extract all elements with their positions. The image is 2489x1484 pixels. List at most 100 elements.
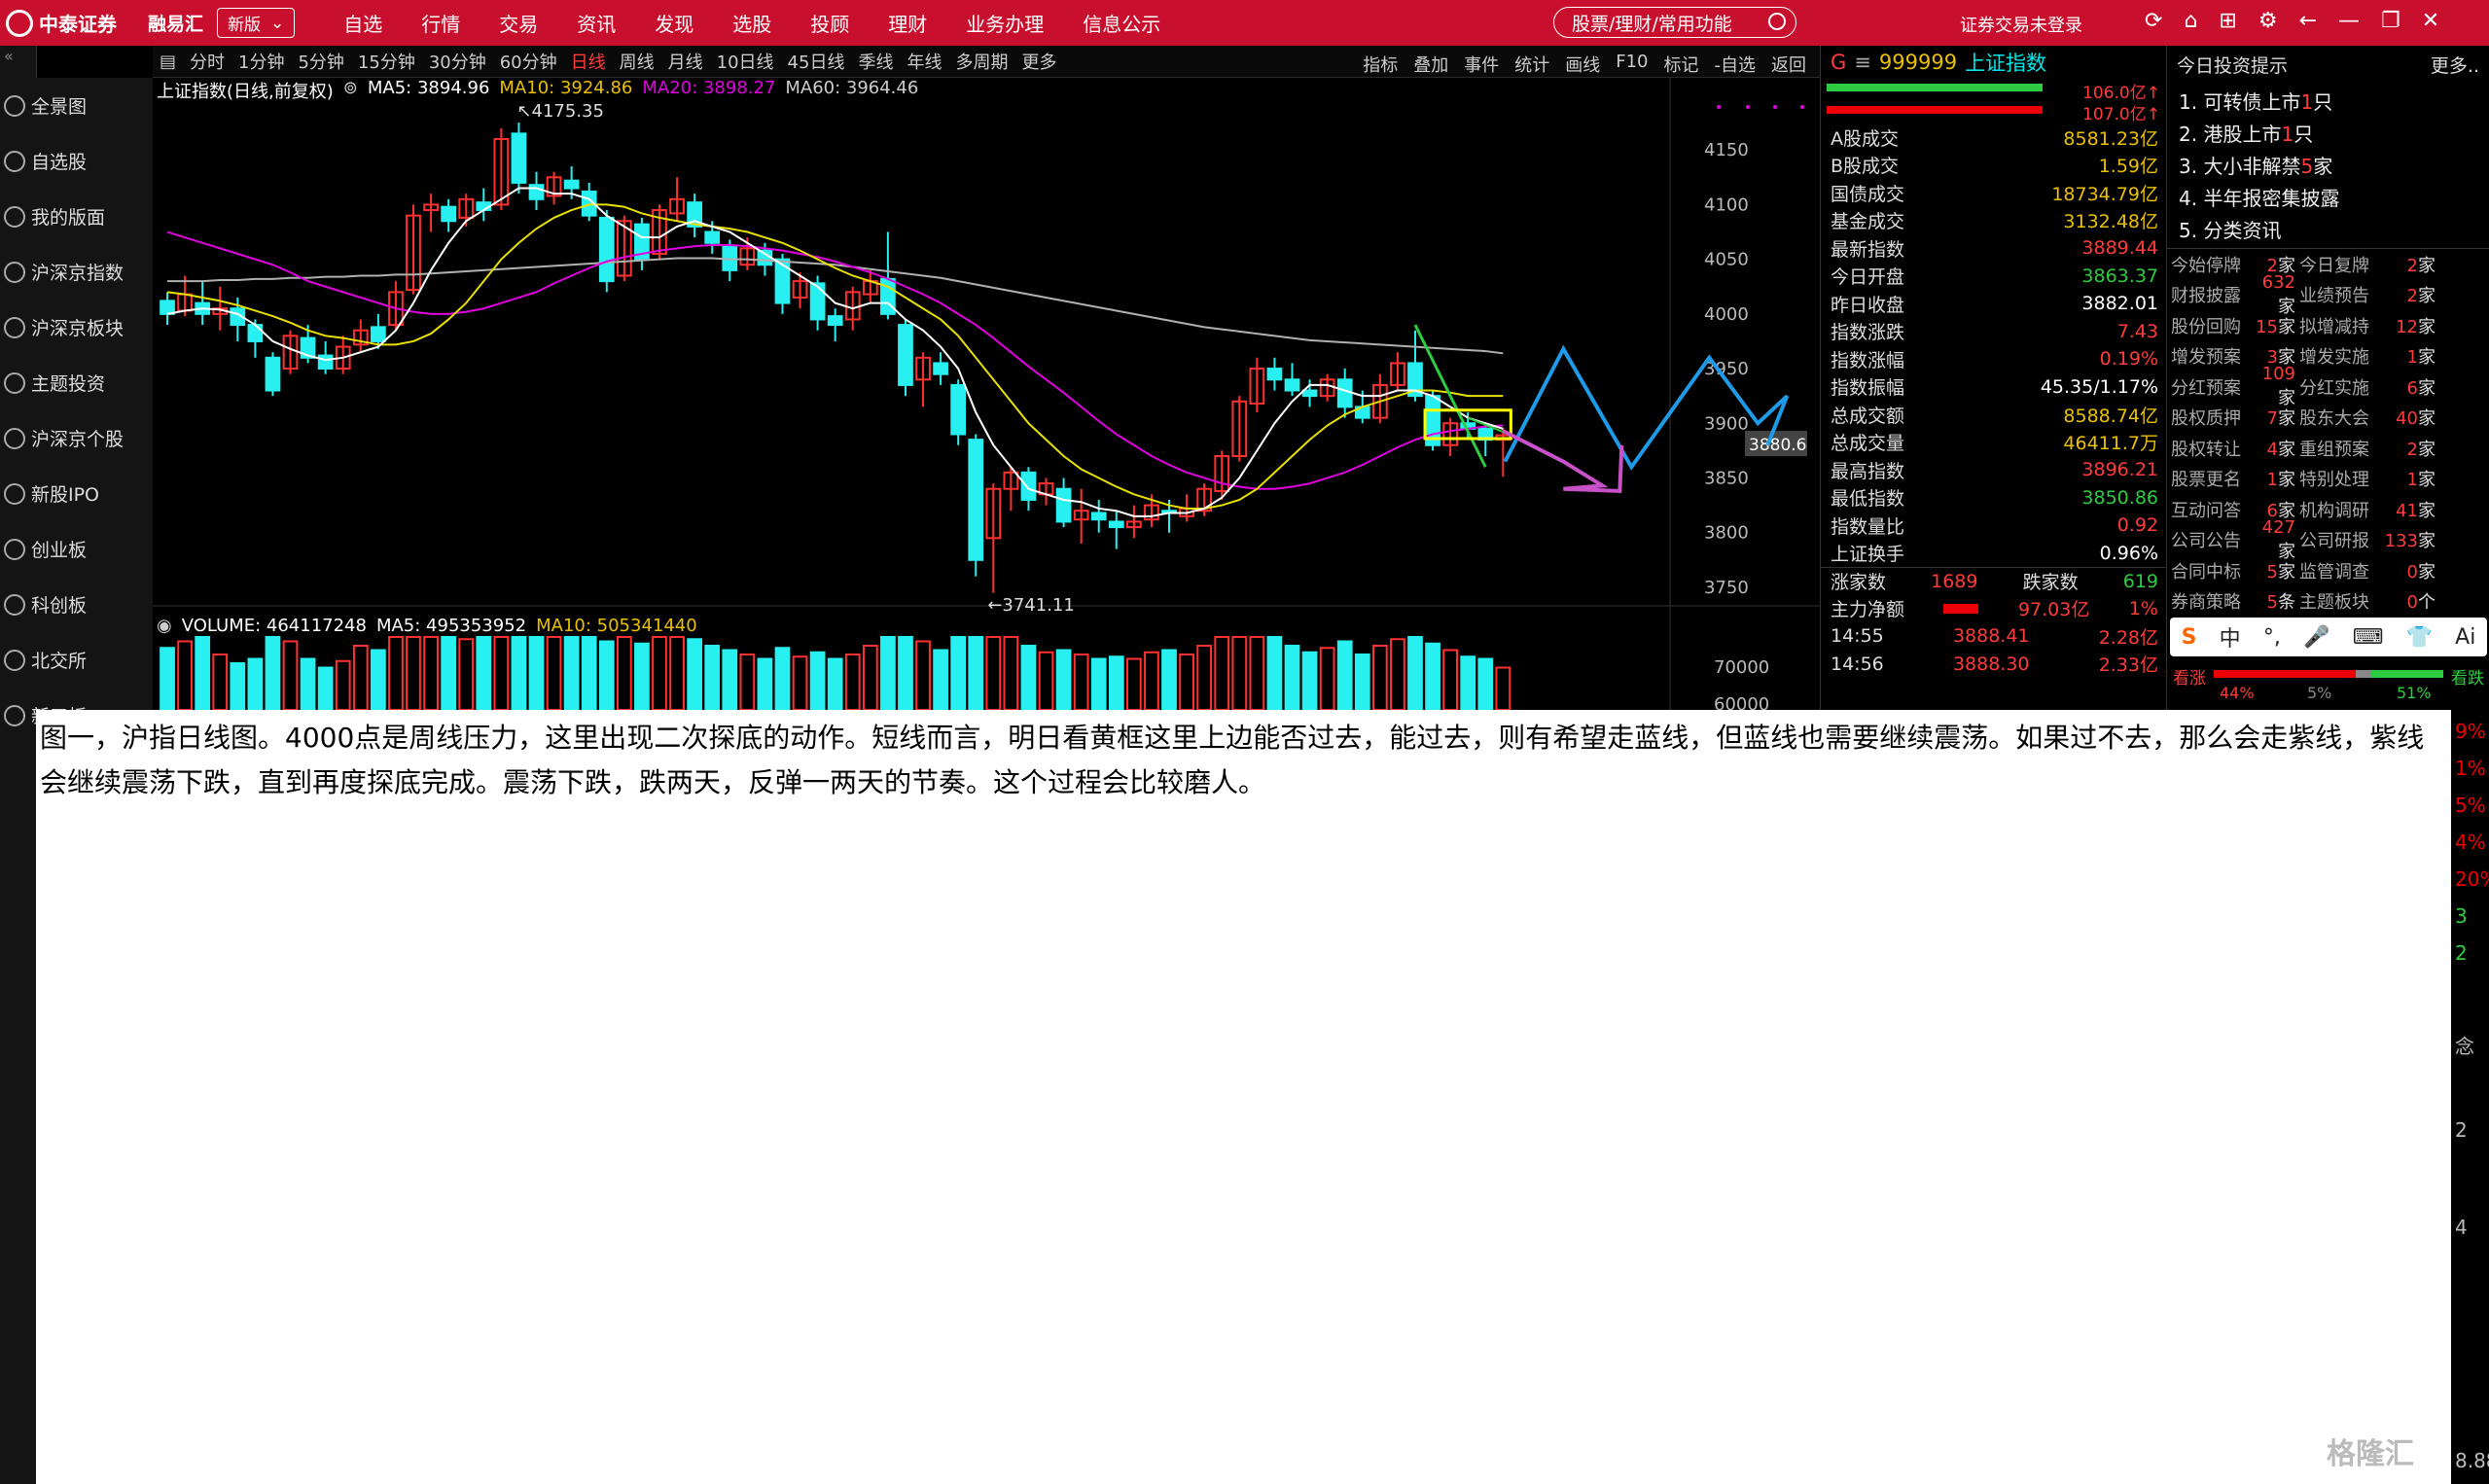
restore-icon[interactable]: ❐ xyxy=(2381,9,2400,33)
candle-body xyxy=(528,184,545,200)
period-tab-4[interactable]: 30分钟 xyxy=(422,49,493,74)
back-icon[interactable]: ← xyxy=(2299,9,2317,33)
volume-bar xyxy=(458,638,475,710)
volume-settings-icon[interactable]: ◉ xyxy=(157,616,172,636)
event-count: 40家 xyxy=(2383,405,2437,430)
event-row-8[interactable]: 互动问答 6家 机构调研 41家 xyxy=(2167,494,2489,525)
menu-item-9[interactable]: 信息公示 xyxy=(1063,9,1180,37)
chart-tool-4[interactable]: 画线 xyxy=(1557,52,1608,77)
search-icon[interactable] xyxy=(1768,13,1786,30)
event-row-9[interactable]: 公司公告 427家 公司研报 133家 xyxy=(2167,517,2489,562)
tip-item-3[interactable]: 4. 半年报密集披露 xyxy=(2167,180,2489,212)
chart-tool-7[interactable]: -自选 xyxy=(1707,52,1764,77)
sidebar-icon xyxy=(4,649,25,671)
event-row-11[interactable]: 券商策略 5条 主题板块 0个 xyxy=(2167,586,2489,618)
period-tab-8[interactable]: 月线 xyxy=(661,49,710,74)
stat-value: 0.92 xyxy=(2116,514,2158,537)
skin-icon[interactable]: 👕 xyxy=(2406,625,2433,650)
event-row-5[interactable]: 股权质押 7家 股东大会 40家 xyxy=(2167,403,2489,434)
menu-item-5[interactable]: 选股 xyxy=(713,9,791,37)
event-row-7[interactable]: 股票更名 1家 特别处理 1家 xyxy=(2167,464,2489,495)
watermark: 格隆汇 xyxy=(2327,1437,2414,1471)
sidebar-item-4[interactable]: 沪深京板块 xyxy=(0,300,153,355)
shirt-icon[interactable]: ⌂ xyxy=(2184,9,2197,33)
chart-tool-2[interactable]: 事件 xyxy=(1456,52,1507,77)
chinese-mode-icon[interactable]: 中 xyxy=(2220,621,2241,653)
tip-item-4[interactable]: 5. 分类资讯 xyxy=(2167,212,2489,244)
grid-icon[interactable]: ⊞ xyxy=(2219,9,2236,33)
layout-icon[interactable]: ▤ xyxy=(153,52,183,72)
tip-item-0[interactable]: 1. 可转债上市1只 xyxy=(2167,84,2489,116)
stat-row-1: B股成交 1.59亿 xyxy=(1821,152,2166,180)
menu-icon[interactable]: ≡ xyxy=(1854,51,1871,74)
period-tab-1[interactable]: 1分钟 xyxy=(231,49,291,74)
period-tab-10[interactable]: 45日线 xyxy=(781,49,852,74)
menu-item-1[interactable]: 行情 xyxy=(402,9,480,37)
close-icon[interactable]: ✕ xyxy=(2422,9,2439,33)
sidebar-item-1[interactable]: 自选股 xyxy=(0,133,153,189)
menu-item-4[interactable]: 发现 xyxy=(635,9,713,37)
settings-icon[interactable]: ⚙ xyxy=(2258,9,2278,33)
refresh-icon[interactable]: ⟳ xyxy=(2145,9,2162,33)
period-tab-7[interactable]: 周线 xyxy=(613,49,661,74)
tip-item-1[interactable]: 2. 港股上市1只 xyxy=(2167,116,2489,148)
sidebar-item-3[interactable]: 沪深京指数 xyxy=(0,244,153,300)
microphone-icon[interactable]: 🎤 xyxy=(2303,625,2329,650)
menu-item-6[interactable]: 投顾 xyxy=(791,9,869,37)
menu-item-3[interactable]: 资讯 xyxy=(557,9,635,37)
period-tab-9[interactable]: 10日线 xyxy=(710,49,781,74)
keyboard-icon[interactable]: ⌨ xyxy=(2353,625,2384,650)
event-row-2[interactable]: 股份回购 15家 拟增减持 12家 xyxy=(2167,310,2489,341)
search-input[interactable]: 股票/理财/常用功能 xyxy=(1553,7,1796,38)
event-row-4[interactable]: 分红预案 109家 分红实施 6家 xyxy=(2167,364,2489,408)
event-row-0[interactable]: 今始停牌 2家 今日复牌 2家 xyxy=(2167,249,2489,280)
sidebar-item-5[interactable]: 主题投资 xyxy=(0,355,153,410)
sogou-icon[interactable]: S xyxy=(2182,625,2197,650)
candle-body xyxy=(827,315,843,327)
period-tab-14[interactable]: 更多 xyxy=(1014,49,1063,74)
sidebar-item-2[interactable]: 我的版面 xyxy=(0,189,153,244)
period-tab-0[interactable]: 分时 xyxy=(183,49,231,74)
event-row-6[interactable]: 股权转让 4家 重组预案 2家 xyxy=(2167,433,2489,464)
period-tab-5[interactable]: 60分钟 xyxy=(493,49,564,74)
ma-settings-icon[interactable]: ⊚ xyxy=(343,78,358,103)
sidebar-item-7[interactable]: 新股IPO xyxy=(0,466,153,521)
version-select[interactable]: 新版 ⌄ xyxy=(217,8,296,38)
event-unit: 家 xyxy=(2278,316,2295,337)
event-count: 4家 xyxy=(2251,436,2299,461)
menu-item-8[interactable]: 业务办理 xyxy=(946,9,1063,37)
menu-item-2[interactable]: 交易 xyxy=(480,9,557,37)
chart-tool-3[interactable]: 统计 xyxy=(1507,52,1557,77)
menu-item-0[interactable]: 自选 xyxy=(324,9,402,37)
sidebar-item-0[interactable]: 全景图 xyxy=(0,78,153,133)
sidebar-item-9[interactable]: 科创板 xyxy=(0,577,153,632)
period-tab-2[interactable]: 5分钟 xyxy=(291,49,350,74)
event-row-3[interactable]: 增发预案 3家 增发实施 1家 xyxy=(2167,341,2489,372)
period-tab-12[interactable]: 年线 xyxy=(900,49,948,74)
tip-item-2[interactable]: 3. 大小非解禁5家 xyxy=(2167,148,2489,180)
ai-icon[interactable]: Ai xyxy=(2455,625,2475,650)
period-tab-3[interactable]: 15分钟 xyxy=(351,49,422,74)
tips-more-link[interactable]: 更多.. xyxy=(2431,52,2479,78)
sidebar-item-6[interactable]: 沪深京个股 xyxy=(0,410,153,466)
chart-tool-8[interactable]: 返回 xyxy=(1763,52,1814,77)
chart-tool-5[interactable]: F10 xyxy=(1608,52,1655,77)
bear-fill xyxy=(2371,670,2443,678)
sidebar-item-8[interactable]: 创业板 xyxy=(0,521,153,577)
event-row-1[interactable]: 财报披露 632家 业绩预告 2家 xyxy=(2167,272,2489,317)
minimize-icon[interactable]: — xyxy=(2338,9,2360,33)
sidebar-item-10[interactable]: 北交所 xyxy=(0,632,153,688)
ime-toolbar[interactable]: S 中 °, 🎤 ⌨ 👕 Ai xyxy=(2170,618,2487,656)
period-tab-6[interactable]: 日线 xyxy=(564,49,613,74)
candle-body xyxy=(1020,471,1037,501)
chart-tool-0[interactable]: 指标 xyxy=(1355,52,1405,77)
menu-item-7[interactable]: 理财 xyxy=(869,9,946,37)
period-tab-13[interactable]: 多周期 xyxy=(948,49,1014,74)
chart-tool-1[interactable]: 叠加 xyxy=(1405,52,1456,77)
login-status[interactable]: 证券交易未登录 xyxy=(1960,12,2082,37)
period-tab-11[interactable]: 季线 xyxy=(851,49,900,74)
punctuation-icon[interactable]: °, xyxy=(2263,625,2281,650)
volume-bar xyxy=(1266,636,1283,710)
event-row-10[interactable]: 合同中标 5家 监管调查 0家 xyxy=(2167,555,2489,586)
chart-tool-6[interactable]: 标记 xyxy=(1656,52,1707,77)
